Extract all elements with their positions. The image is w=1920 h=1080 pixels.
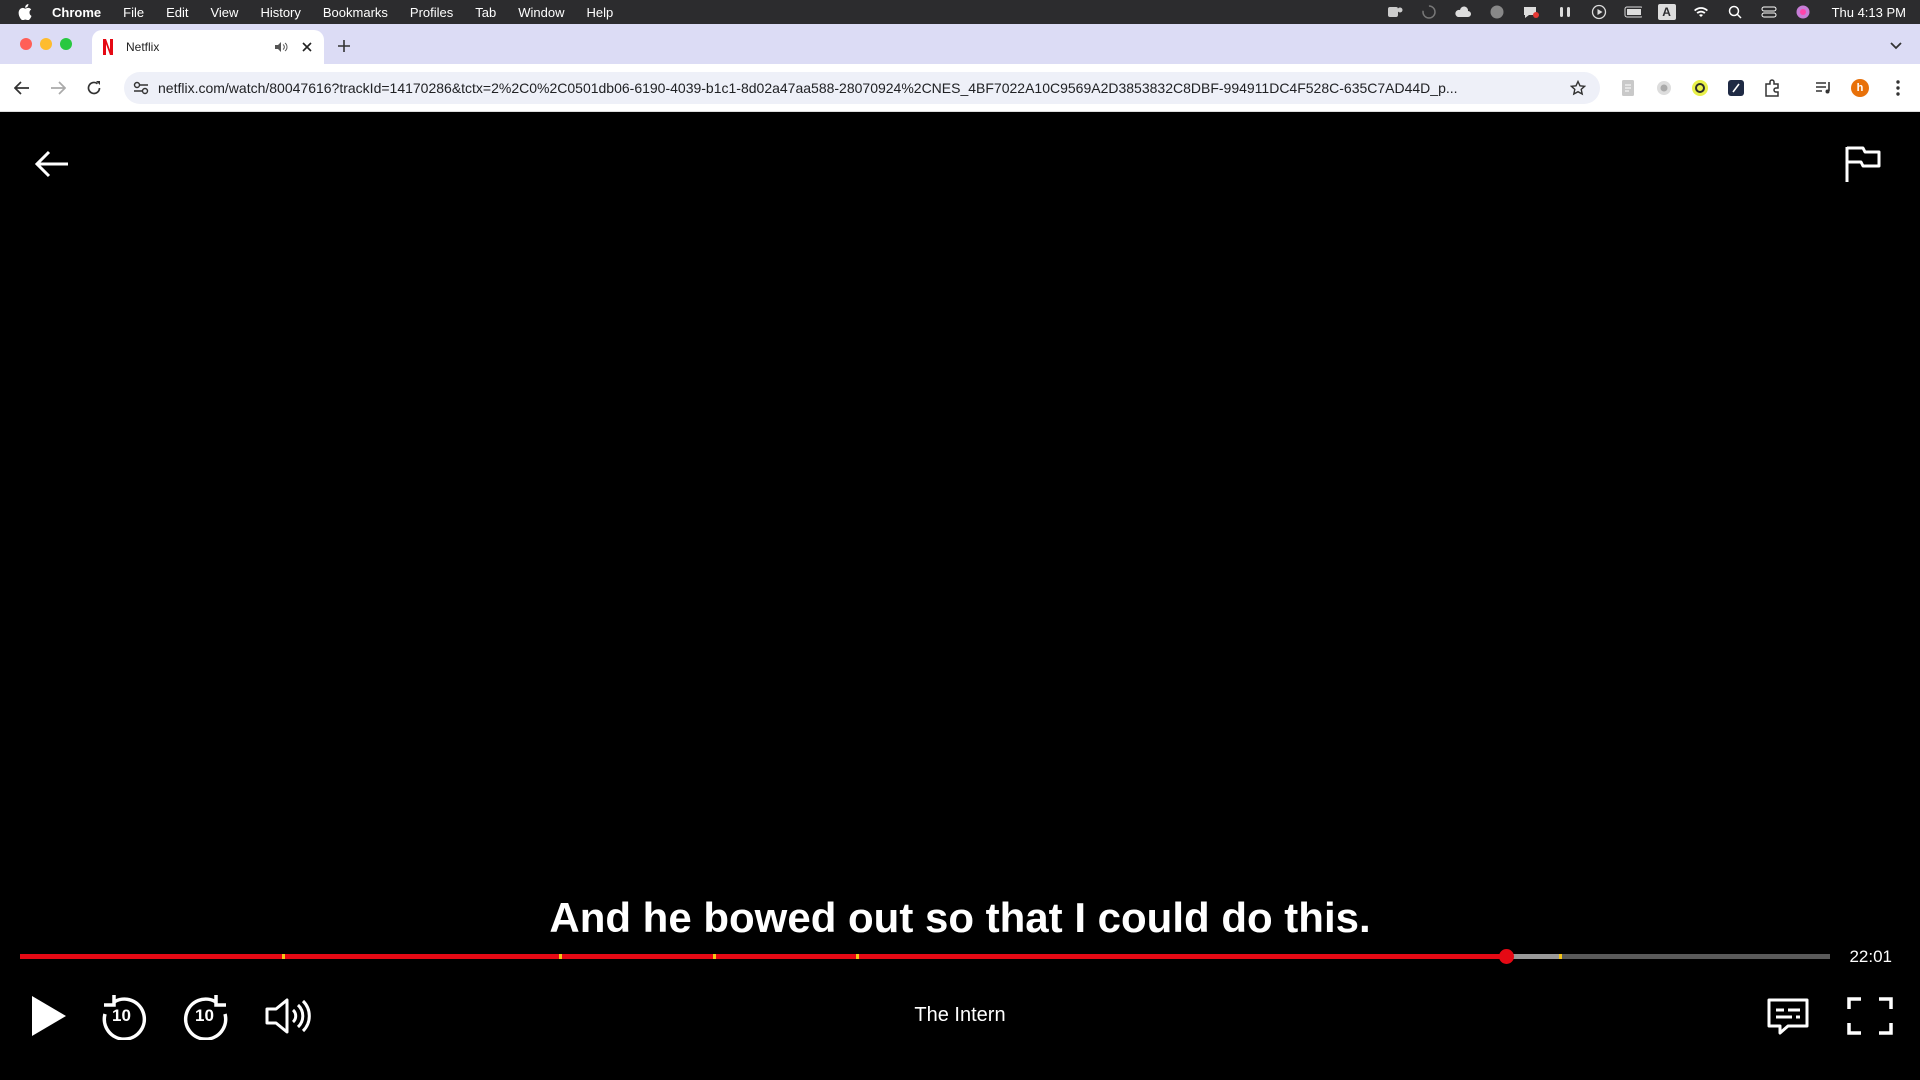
extension-shield-icon[interactable] [1653, 77, 1675, 99]
time-remaining: 22:01 [1849, 947, 1892, 966]
back-to-browse-button[interactable] [30, 144, 74, 184]
browser-toolbar: netflix.com/watch/80047616?trackId=14170… [0, 64, 1920, 112]
menu-window[interactable]: Window [518, 5, 564, 20]
media-controls-icon[interactable] [1813, 77, 1835, 99]
played-range [20, 954, 1506, 959]
input-source-icon[interactable]: A [1657, 4, 1676, 20]
subtitles-icon [1767, 998, 1809, 1035]
airpods-icon[interactable] [1556, 4, 1574, 20]
apple-icon[interactable] [18, 4, 38, 20]
subtitle-text: And he bowed out so that I could do this… [549, 894, 1371, 941]
close-window-button[interactable] [20, 38, 32, 50]
menu-app-name[interactable]: Chrome [52, 5, 101, 20]
netflix-favicon-icon [102, 39, 116, 55]
tab-search-chevron-icon[interactable] [1886, 36, 1906, 56]
menu-bar-status-area: A Thu 4:13 PM [1386, 0, 1906, 24]
chapter-marker [282, 954, 286, 959]
menu-help[interactable]: Help [587, 5, 614, 20]
minimize-window-button[interactable] [40, 38, 52, 50]
window-controls [20, 38, 72, 50]
play-circle-icon[interactable] [1590, 4, 1608, 20]
profile-avatar[interactable]: h [1849, 77, 1871, 99]
forward-nav-button[interactable] [48, 78, 68, 98]
reload-button[interactable] [84, 78, 104, 98]
globe-icon[interactable] [1488, 4, 1506, 20]
chapter-marker [559, 954, 563, 959]
tab-title: Netflix [126, 40, 160, 54]
fullscreen-icon [1847, 997, 1893, 1035]
tab-netflix[interactable]: Netflix [92, 30, 324, 64]
fullscreen-button[interactable] [1846, 992, 1894, 1040]
chapter-marker [856, 954, 860, 959]
spotlight-search-icon[interactable] [1726, 4, 1744, 20]
extension-grammar-icon[interactable] [1689, 77, 1711, 99]
menu-edit[interactable]: Edit [166, 5, 188, 20]
profile-initial: h [1856, 82, 1864, 94]
reading-mode-icon[interactable] [1617, 77, 1639, 99]
control-center-icon[interactable] [1760, 4, 1778, 20]
menu-profiles[interactable]: Profiles [410, 5, 453, 20]
chapter-marker [1558, 954, 1562, 959]
chapter-marker [713, 954, 717, 959]
new-tab-button[interactable] [334, 36, 354, 56]
menu-history[interactable]: History [260, 5, 300, 20]
spinner-icon[interactable] [1420, 4, 1438, 20]
url-text[interactable]: netflix.com/watch/80047616?trackId=14170… [158, 80, 1560, 96]
browser-tab-strip: Netflix [0, 24, 1920, 64]
back-arrow-icon [34, 150, 68, 178]
extension-notes-icon[interactable] [1725, 77, 1747, 99]
video-player[interactable]: And he bowed out so that I could do this… [0, 112, 1920, 1080]
menu-file[interactable]: File [123, 5, 144, 20]
subtitles-audio-button[interactable] [1764, 992, 1812, 1040]
menu-tab[interactable]: Tab [475, 5, 496, 20]
tab-audio-playing-icon[interactable] [274, 41, 290, 53]
battery-icon[interactable] [1624, 4, 1642, 20]
teams-icon[interactable] [1386, 4, 1404, 20]
tab-close-icon[interactable] [300, 42, 314, 52]
flag-icon [1845, 146, 1881, 182]
zoom-window-button[interactable] [60, 38, 72, 50]
macos-menu-bar: Chrome File Edit View History Bookmarks … [0, 0, 1920, 24]
extensions-puzzle-icon[interactable] [1761, 77, 1783, 99]
menu-bar-clock[interactable]: Thu 4:13 PM [1832, 5, 1906, 20]
siri-icon[interactable] [1794, 4, 1812, 20]
menu-view[interactable]: View [210, 5, 238, 20]
address-bar[interactable]: netflix.com/watch/80047616?trackId=14170… [124, 72, 1600, 104]
progress-bar[interactable] [20, 949, 1830, 964]
wifi-icon[interactable] [1692, 4, 1710, 20]
report-problem-button[interactable] [1840, 142, 1884, 186]
chrome-menu-icon[interactable] [1887, 77, 1909, 99]
site-settings-icon[interactable] [132, 79, 150, 97]
chat-bubble-icon[interactable] [1522, 4, 1540, 20]
video-title: The Intern [914, 1004, 1006, 1026]
back-nav-button[interactable] [12, 78, 32, 98]
menu-bookmarks[interactable]: Bookmarks [323, 5, 388, 20]
cloud-sync-icon[interactable] [1454, 4, 1472, 20]
bookmark-star-icon[interactable] [1568, 80, 1588, 96]
scrubber-knob[interactable] [1499, 949, 1514, 964]
